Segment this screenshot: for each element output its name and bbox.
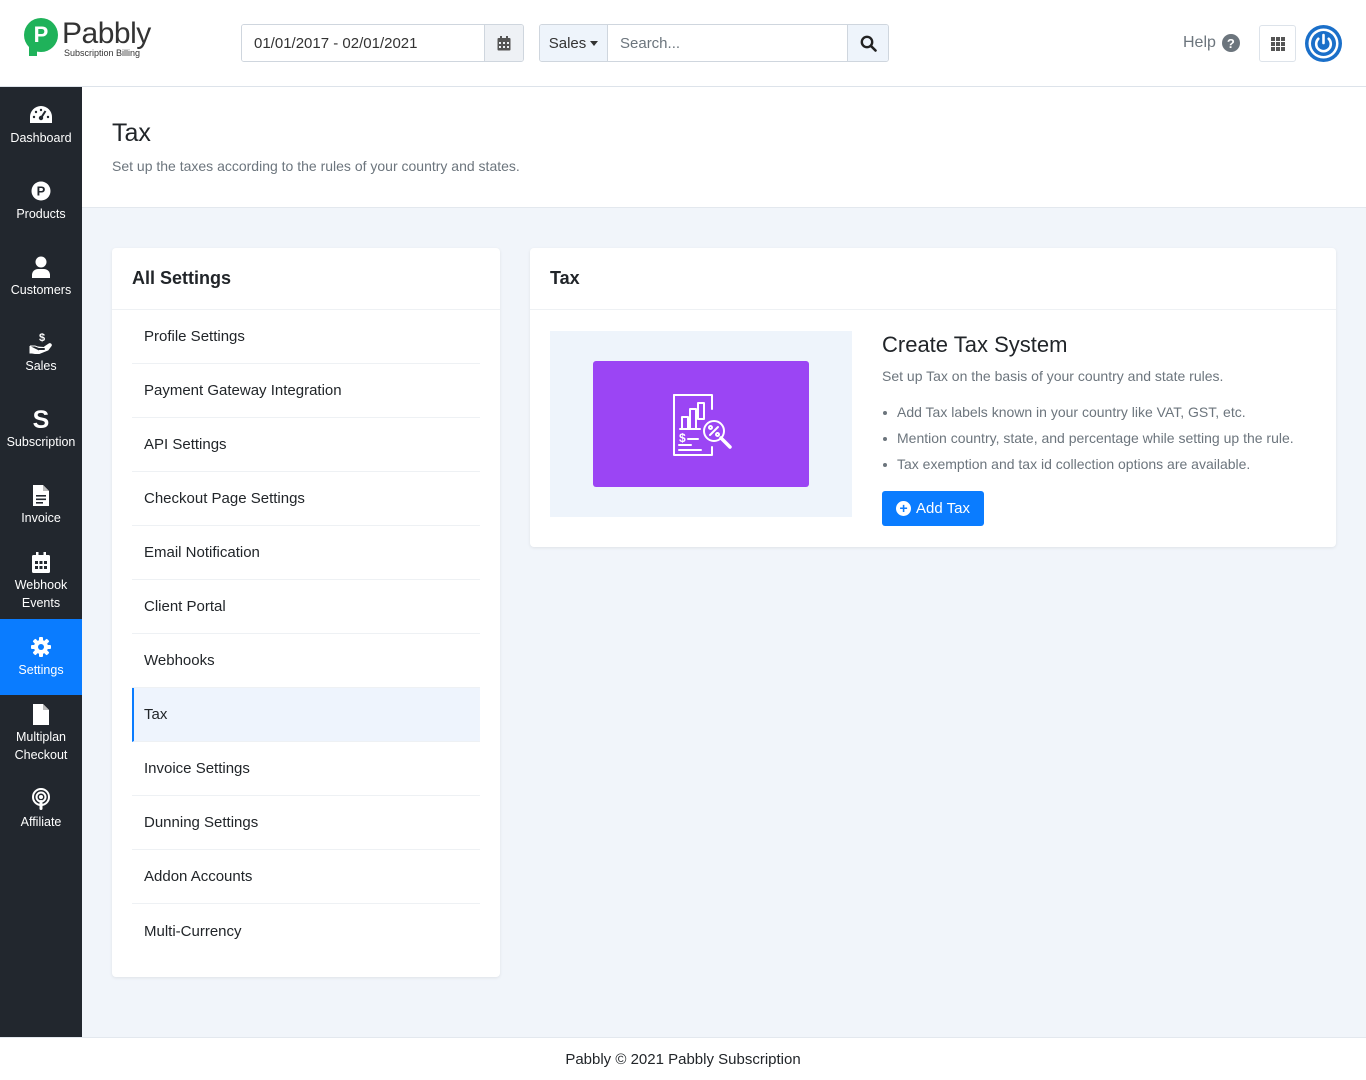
product-p-icon: P: [31, 181, 51, 201]
settings-item-api-settings[interactable]: API Settings: [132, 418, 480, 472]
date-range-input[interactable]: [242, 25, 484, 61]
settings-item-payment-gateway-integration[interactable]: Payment Gateway Integration: [132, 364, 480, 418]
logo-tagline: Subscription Billing: [64, 48, 141, 58]
tax-illustration: $: [550, 331, 852, 517]
date-range-picker[interactable]: [241, 24, 524, 62]
settings-item-webhooks[interactable]: Webhooks: [132, 634, 480, 688]
sidebar-label: Products: [16, 207, 66, 221]
top-bar: P Pabbly Subscription Billing Sales: [0, 0, 1366, 87]
settings-item-addon-accounts[interactable]: Addon Accounts: [132, 850, 480, 904]
create-tax-heading: Create Tax System: [882, 332, 1068, 357]
gear-icon: [31, 637, 51, 657]
svg-text:P: P: [37, 184, 46, 199]
tax-card: Tax $ Create Tax System Set up Tax on th…: [530, 248, 1336, 547]
page-title: Tax: [112, 119, 151, 147]
add-tax-button[interactable]: + Add Tax: [882, 491, 984, 526]
sidebar-item-webhook-events[interactable]: Webhook Events: [0, 543, 82, 619]
svg-text:$: $: [679, 431, 686, 445]
settings-item-profile-settings[interactable]: Profile Settings: [132, 310, 480, 364]
sidebar-label: Affiliate: [20, 815, 62, 829]
settings-item-dunning-settings[interactable]: Dunning Settings: [132, 796, 480, 850]
file-text-icon: [33, 484, 49, 506]
footer: Pabbly © 2021 Pabbly Subscription: [0, 1037, 1366, 1080]
add-tax-label: Add Tax: [916, 500, 970, 517]
sidebar-item-settings[interactable]: Settings: [0, 619, 82, 695]
sidebar-item-multiplan-checkout[interactable]: Multiplan Checkout: [0, 695, 82, 771]
file-icon: [33, 703, 49, 725]
tax-card-title: Tax: [530, 248, 1336, 310]
sidebar-label: Settings: [18, 663, 64, 677]
settings-list: Profile Settings Payment Gateway Integra…: [112, 310, 500, 958]
svg-text:$: $: [39, 332, 45, 344]
sidebar-label: Webhook Events: [14, 578, 68, 610]
list-item: Add Tax labels known in your country lik…: [883, 402, 1294, 428]
apps-grid-button[interactable]: [1259, 25, 1296, 62]
help-link[interactable]: Help ?: [1183, 34, 1240, 52]
sidebar-item-dashboard[interactable]: Dashboard: [0, 87, 82, 163]
user-icon: [32, 256, 50, 278]
settings-item-checkout-page-settings[interactable]: Checkout Page Settings: [132, 472, 480, 526]
all-settings-card: All Settings Profile Settings Payment Ga…: [112, 248, 500, 977]
search-type-label: Sales: [548, 34, 587, 52]
sidebar-label: Customers: [10, 283, 72, 297]
sidebar-label: Dashboard: [10, 131, 72, 145]
tax-feature-list: Add Tax labels known in your country lik…: [883, 402, 1294, 480]
sidebar: Dashboard P Products Customers $ Sales S…: [0, 87, 82, 1037]
create-tax-description: Set up Tax on the basis of your country …: [882, 368, 1224, 384]
power-icon: [1308, 28, 1339, 59]
tax-report-icon: $: [673, 394, 732, 456]
settings-item-invoice-settings[interactable]: Invoice Settings: [132, 742, 480, 796]
plus-circle-icon: +: [896, 501, 912, 516]
dollar-s-icon: S: [33, 407, 50, 431]
calendar-icon: [497, 35, 511, 50]
caret-down-icon: [590, 40, 599, 46]
calendar-button[interactable]: [484, 25, 523, 61]
grid-icon: [1270, 36, 1285, 51]
sidebar-label: Invoice: [21, 511, 61, 525]
settings-item-email-notification[interactable]: Email Notification: [132, 526, 480, 580]
pabbly-logo[interactable]: P Pabbly Subscription Billing: [24, 18, 151, 58]
podcast-icon: [32, 788, 50, 810]
tachometer-icon: [30, 106, 52, 123]
footer-text: Pabbly © 2021 Pabbly Subscription: [565, 1050, 801, 1068]
all-settings-title: All Settings: [112, 248, 500, 310]
page-header: Tax Set up the taxes according to the ru…: [82, 87, 1366, 208]
sidebar-item-customers[interactable]: Customers: [0, 239, 82, 315]
sidebar-item-affiliate[interactable]: Affiliate: [0, 771, 82, 847]
settings-item-multi-currency[interactable]: Multi-Currency: [132, 904, 480, 958]
search-type-dropdown[interactable]: Sales: [540, 25, 608, 61]
page-subtitle: Set up the taxes according to the rules …: [112, 158, 520, 174]
settings-item-client-portal[interactable]: Client Portal: [132, 580, 480, 634]
search-input[interactable]: [608, 25, 847, 61]
help-label: Help: [1183, 34, 1216, 51]
logo-name: Pabbly: [62, 17, 151, 50]
logo-mark-icon: P: [24, 18, 58, 56]
account-power-button[interactable]: [1305, 25, 1342, 62]
sidebar-item-invoice[interactable]: Invoice: [0, 467, 82, 543]
svg-text:S: S: [33, 407, 50, 431]
search-icon: [860, 35, 877, 52]
sidebar-item-products[interactable]: P Products: [0, 163, 82, 239]
calendar-icon: [32, 551, 50, 573]
settings-item-tax[interactable]: Tax: [132, 688, 480, 742]
sidebar-label: Sales: [25, 359, 57, 373]
search-button[interactable]: [847, 25, 888, 61]
hand-coin-icon: $: [29, 332, 52, 354]
sidebar-item-sales[interactable]: $ Sales: [0, 315, 82, 391]
sidebar-item-subscription[interactable]: S Subscription: [0, 391, 82, 467]
list-item: Mention country, state, and percentage w…: [883, 428, 1294, 454]
question-circle-icon: ?: [1221, 34, 1240, 52]
sidebar-label: Subscription: [6, 435, 76, 449]
sidebar-label: Multiplan Checkout: [14, 730, 68, 762]
list-item: Tax exemption and tax id collection opti…: [883, 454, 1294, 480]
tax-illustration-panel: $: [593, 361, 809, 487]
search-bar: Sales: [539, 24, 889, 62]
